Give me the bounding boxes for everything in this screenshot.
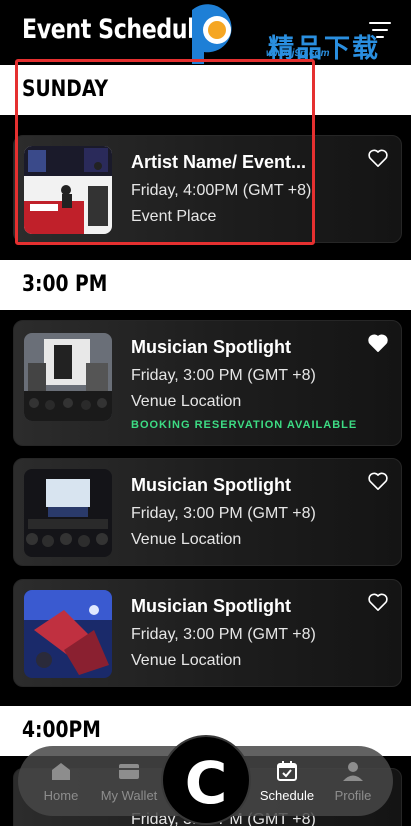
calendar-check-icon — [277, 761, 297, 781]
tab-label: Schedule — [259, 788, 315, 803]
wallet-icon — [119, 764, 139, 779]
tab-wallet[interactable]: My Wallet — [92, 760, 166, 803]
heart-filled-icon[interactable] — [367, 333, 389, 353]
tab-label: Profile — [334, 788, 372, 803]
event-thumbnail — [24, 590, 112, 678]
event-place: Venue Location — [131, 531, 242, 548]
event-title: Musician Spotlight — [131, 596, 291, 616]
event-place: Venue Location — [131, 652, 242, 669]
selection-highlight — [15, 59, 315, 245]
tab-label: My Wallet — [100, 788, 158, 803]
center-logo-button[interactable]: C — [161, 735, 251, 825]
tab-label: Home — [43, 788, 79, 803]
booking-status: BOOKING RESERVATION AVAILABLE — [131, 419, 358, 431]
event-thumbnail — [24, 333, 112, 421]
page-title: Event Schedule — [22, 14, 209, 45]
event-place: Venue Location — [131, 393, 242, 410]
center-logo-text: C — [184, 749, 228, 817]
event-time: Friday, 3:00 PM (GMT +8) — [131, 505, 316, 522]
event-thumbnail — [24, 469, 112, 557]
profile-icon — [343, 762, 363, 781]
section-label: 4:00PM — [22, 718, 101, 743]
home-icon — [52, 763, 70, 780]
event-card[interactable]: Musician Spotlight Friday, 3:00 PM (GMT … — [13, 579, 402, 687]
event-title: Musician Spotlight — [131, 337, 291, 357]
section-header-3pm: 3:00 PM — [0, 260, 411, 310]
event-time: Friday, 3:00 PM (GMT +8) — [131, 626, 316, 643]
event-time: Friday, 3:00 PM (GMT +8) — [131, 367, 316, 384]
heart-icon[interactable] — [367, 471, 389, 491]
watermark-url: www.j9p.com — [266, 48, 330, 59]
event-card[interactable]: Musician Spotlight Friday, 3:00 PM (GMT … — [13, 458, 402, 566]
heart-icon[interactable] — [367, 148, 389, 168]
heart-icon[interactable] — [367, 592, 389, 612]
event-card[interactable]: Musician Spotlight Friday, 3:00 PM (GMT … — [13, 320, 402, 446]
tab-profile[interactable]: Profile — [318, 760, 388, 803]
tab-schedule[interactable]: Schedule — [252, 760, 322, 803]
section-label: 3:00 PM — [22, 272, 108, 297]
event-title: Musician Spotlight — [131, 475, 291, 495]
tab-home[interactable]: Home — [26, 760, 96, 803]
